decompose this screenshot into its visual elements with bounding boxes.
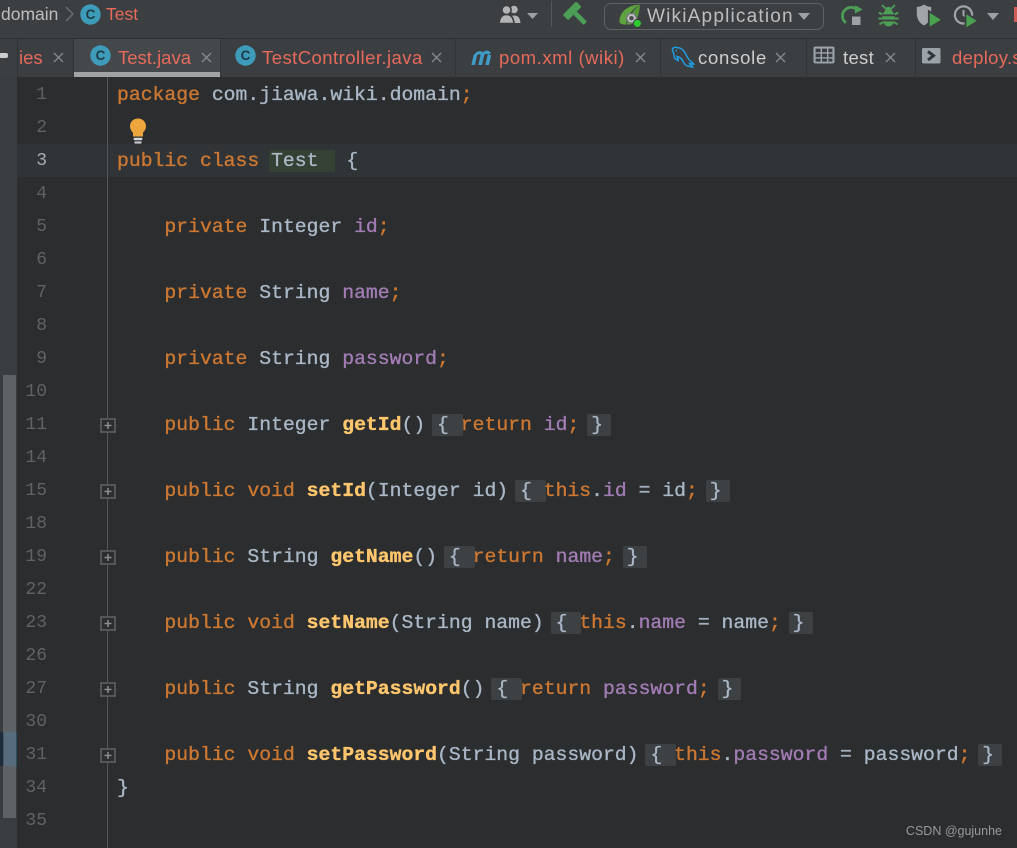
- svg-text:C: C: [241, 48, 251, 63]
- svg-text:C: C: [96, 48, 106, 63]
- svg-text:C: C: [86, 7, 96, 22]
